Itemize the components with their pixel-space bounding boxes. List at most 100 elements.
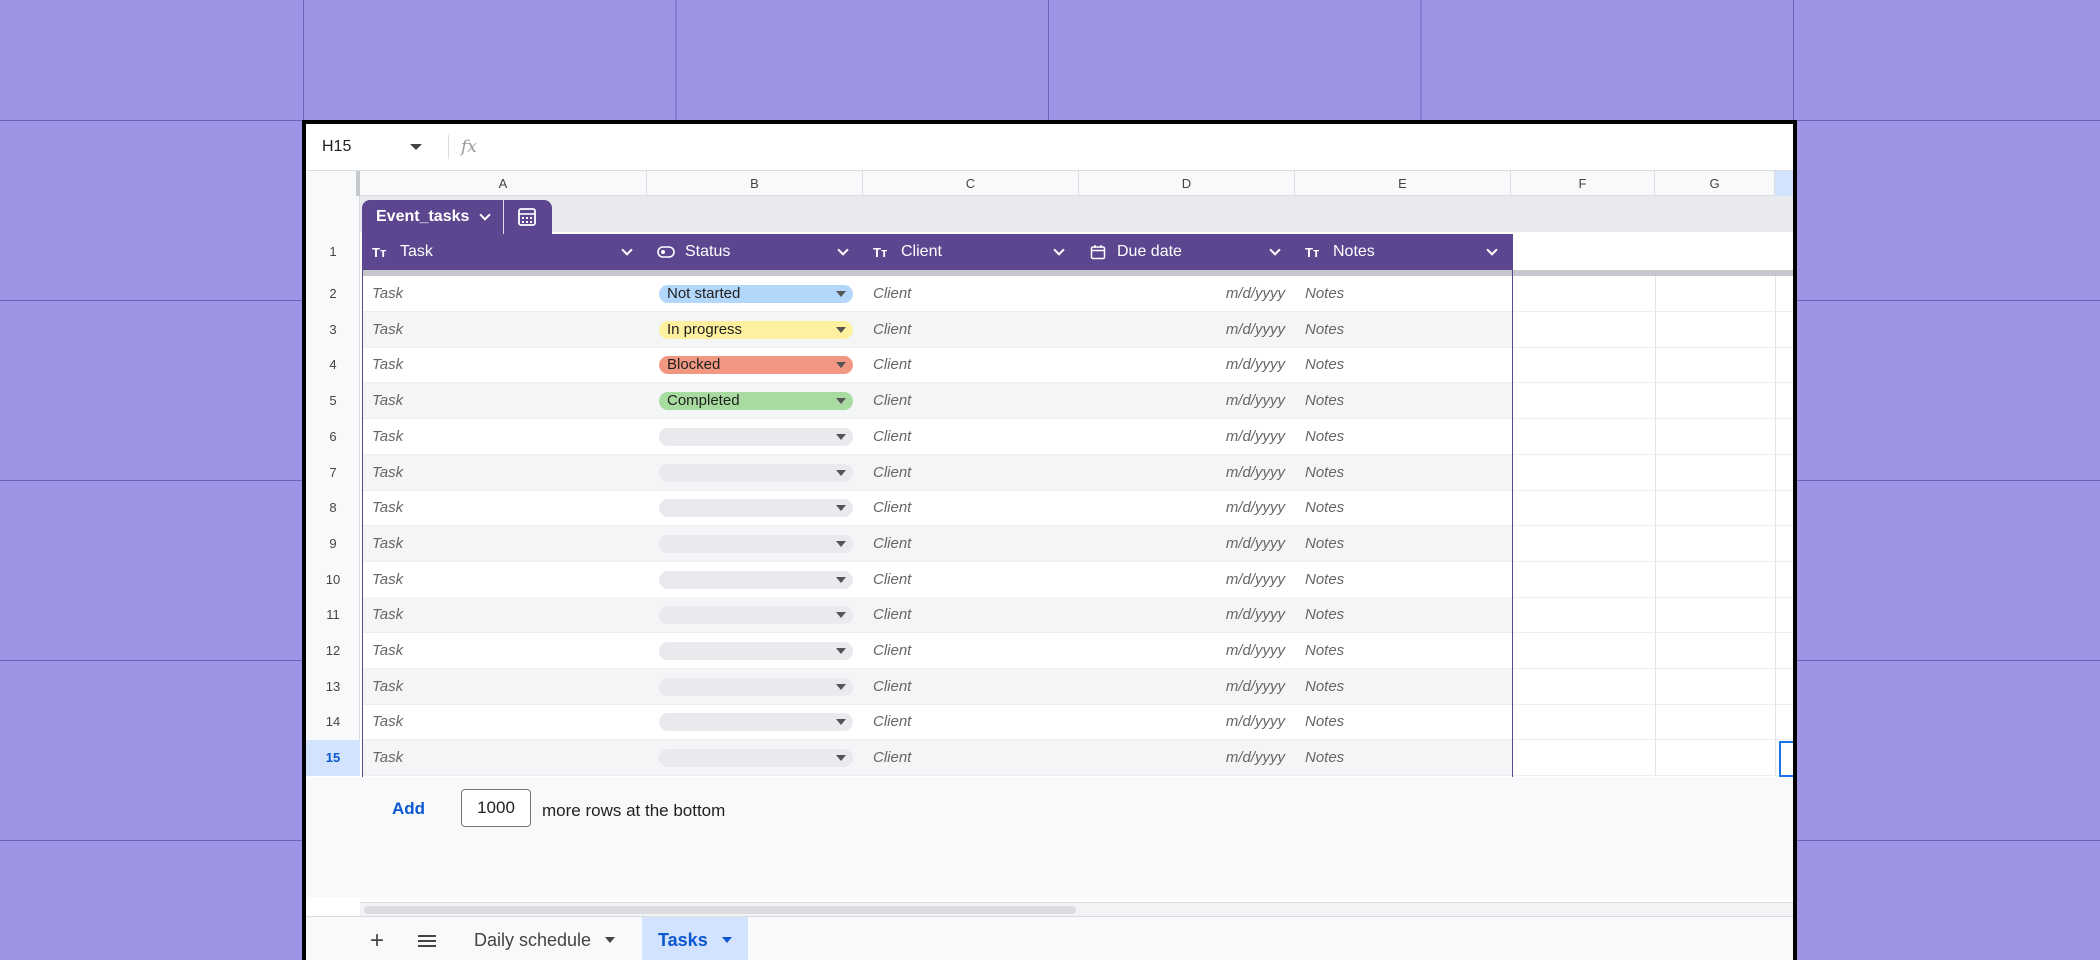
- empty-cell[interactable]: [1656, 597, 1776, 633]
- table-name-tab[interactable]: Event_tasks: [362, 200, 552, 234]
- task-cell[interactable]: Task: [362, 276, 647, 311]
- sheet-tab-daily-schedule[interactable]: Daily schedule: [458, 917, 631, 960]
- task-cell[interactable]: Task: [362, 454, 647, 490]
- empty-cell[interactable]: [1512, 525, 1656, 561]
- due-date-cell[interactable]: m/d/yyyy: [1079, 562, 1295, 597]
- due-date-cell[interactable]: m/d/yyyy: [1079, 454, 1295, 490]
- due-date-cell[interactable]: m/d/yyyy: [1079, 347, 1295, 382]
- empty-cell[interactable]: [1512, 454, 1656, 490]
- status-chip[interactable]: [659, 642, 853, 660]
- chip-dropdown-icon[interactable]: [836, 469, 846, 476]
- notes-cell[interactable]: Notes: [1295, 525, 1512, 561]
- empty-cell[interactable]: [1512, 311, 1656, 347]
- task-cell[interactable]: Task: [362, 668, 647, 704]
- add-sheet-icon[interactable]: +: [370, 927, 384, 955]
- due-date-cell[interactable]: m/d/yyyy: [1079, 311, 1295, 347]
- empty-cell[interactable]: [1656, 276, 1776, 311]
- chip-dropdown-icon[interactable]: [836, 612, 846, 619]
- tab-dropdown-icon[interactable]: [605, 937, 616, 943]
- row-number[interactable]: 3: [306, 312, 360, 348]
- name-box-dropdown-icon[interactable]: [410, 144, 422, 150]
- task-cell[interactable]: Task: [362, 383, 647, 419]
- client-cell[interactable]: Client: [863, 525, 1079, 561]
- empty-cell[interactable]: [1512, 418, 1656, 454]
- empty-cell[interactable]: [1512, 561, 1656, 597]
- column-header-g[interactable]: G: [1655, 171, 1775, 196]
- horizontal-scrollbar[interactable]: [360, 902, 1793, 916]
- status-chip[interactable]: In progress: [659, 320, 853, 339]
- status-chip[interactable]: Blocked: [659, 356, 853, 375]
- status-cell[interactable]: Blocked: [647, 347, 863, 382]
- notes-cell[interactable]: Notes: [1295, 490, 1512, 525]
- row-number[interactable]: 4: [306, 347, 360, 383]
- empty-cell[interactable]: [1656, 525, 1776, 561]
- chip-dropdown-icon[interactable]: [836, 540, 846, 547]
- status-chip[interactable]: [659, 463, 853, 482]
- tab-dropdown-icon[interactable]: [721, 937, 732, 943]
- empty-cell[interactable]: [1656, 454, 1776, 490]
- due-date-cell[interactable]: m/d/yyyy: [1079, 490, 1295, 525]
- notes-cell[interactable]: Notes: [1295, 276, 1512, 311]
- status-cell[interactable]: [647, 562, 863, 597]
- empty-cell[interactable]: [1656, 347, 1776, 383]
- row-number[interactable]: 9: [306, 526, 360, 562]
- task-cell[interactable]: Task: [362, 419, 647, 454]
- notes-cell[interactable]: Notes: [1295, 668, 1512, 704]
- chip-dropdown-icon[interactable]: [836, 576, 846, 583]
- due-date-cell[interactable]: m/d/yyyy: [1079, 633, 1295, 668]
- status-cell[interactable]: [647, 740, 863, 776]
- status-cell[interactable]: [647, 490, 863, 525]
- row-number[interactable]: 10: [306, 562, 360, 598]
- client-cell[interactable]: Client: [863, 490, 1079, 525]
- row-number[interactable]: 14: [306, 704, 360, 740]
- client-cell[interactable]: Client: [863, 704, 1079, 739]
- row-number[interactable]: 12: [306, 633, 360, 669]
- chevron-down-icon[interactable]: [479, 209, 492, 221]
- due-date-cell[interactable]: m/d/yyyy: [1079, 597, 1295, 633]
- status-cell[interactable]: [647, 597, 863, 633]
- status-chip[interactable]: [659, 713, 853, 732]
- due-date-cell[interactable]: m/d/yyyy: [1079, 383, 1295, 419]
- client-cell[interactable]: Client: [863, 419, 1079, 454]
- empty-cell[interactable]: [1512, 704, 1656, 740]
- row-number[interactable]: 5: [306, 383, 360, 419]
- empty-cell[interactable]: [1512, 276, 1656, 311]
- table-header-task[interactable]: Tт Task: [362, 234, 647, 270]
- empty-cell[interactable]: [1656, 311, 1776, 347]
- row-number[interactable]: 8: [306, 490, 360, 526]
- chip-dropdown-icon[interactable]: [836, 433, 846, 440]
- notes-cell[interactable]: Notes: [1295, 597, 1512, 633]
- empty-cell[interactable]: [1656, 633, 1776, 668]
- empty-cell[interactable]: [1512, 490, 1656, 526]
- client-cell[interactable]: Client: [863, 668, 1079, 704]
- status-chip[interactable]: Completed: [659, 392, 853, 411]
- table-header-status[interactable]: Status: [647, 234, 863, 270]
- status-cell[interactable]: [647, 633, 863, 668]
- status-chip[interactable]: [659, 677, 853, 696]
- status-chip[interactable]: Not started: [659, 285, 853, 303]
- chip-dropdown-icon[interactable]: [836, 291, 846, 297]
- empty-cell[interactable]: [1512, 668, 1656, 704]
- column-header-e[interactable]: E: [1295, 171, 1511, 196]
- status-cell[interactable]: [647, 704, 863, 739]
- column-header-f[interactable]: F: [1511, 171, 1655, 196]
- empty-cell[interactable]: [1512, 347, 1656, 383]
- table-header-notes[interactable]: Tт Notes: [1295, 234, 1512, 270]
- notes-cell[interactable]: Notes: [1295, 704, 1512, 739]
- chip-dropdown-icon[interactable]: [836, 398, 846, 405]
- notes-cell[interactable]: Notes: [1295, 419, 1512, 454]
- due-date-cell[interactable]: m/d/yyyy: [1079, 704, 1295, 739]
- empty-cell[interactable]: [1512, 597, 1656, 633]
- chip-dropdown-icon[interactable]: [836, 719, 846, 726]
- client-cell[interactable]: Client: [863, 276, 1079, 311]
- add-rows-button[interactable]: Add: [392, 799, 425, 819]
- selected-cell[interactable]: [1779, 741, 1793, 777]
- client-cell[interactable]: Client: [863, 383, 1079, 419]
- status-chip[interactable]: [659, 570, 853, 589]
- row-number[interactable]: 1: [306, 234, 360, 270]
- due-date-cell[interactable]: m/d/yyyy: [1079, 525, 1295, 561]
- row-number[interactable]: 7: [306, 455, 360, 491]
- client-cell[interactable]: Client: [863, 454, 1079, 490]
- chevron-down-icon[interactable]: [621, 244, 633, 256]
- row-number[interactable]: 11: [306, 597, 360, 633]
